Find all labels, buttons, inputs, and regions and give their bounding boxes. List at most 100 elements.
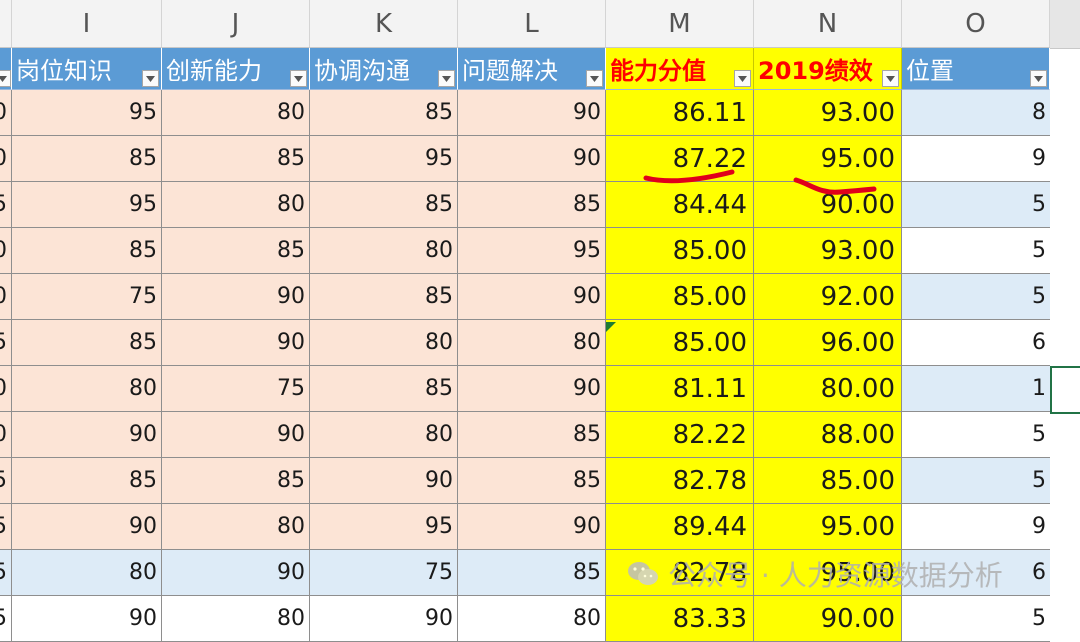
cell-i-row-6[interactable]: 85: [12, 320, 162, 366]
cell-n-row-7[interactable]: 80.00: [754, 366, 902, 412]
cell-k-row-8[interactable]: 80: [310, 412, 458, 458]
cell-o-row-1[interactable]: 8: [902, 90, 1050, 136]
column-header-i[interactable]: I: [12, 0, 162, 48]
cell-j-row-12[interactable]: 80: [162, 596, 310, 642]
cell-h-row-3[interactable]: 5: [0, 182, 12, 228]
cell-o-row-2[interactable]: 9: [902, 136, 1050, 182]
cell-l-row-4[interactable]: 95: [458, 228, 606, 274]
column-header-n[interactable]: N: [754, 0, 902, 48]
cell-n-row-1[interactable]: 93.00: [754, 90, 902, 136]
cell-l-row-9[interactable]: 85: [458, 458, 606, 504]
cell-l-row-10[interactable]: 90: [458, 504, 606, 550]
column-header-m[interactable]: M: [606, 0, 754, 48]
cell-h-row-7[interactable]: 0: [0, 366, 12, 412]
cell-m-row-9[interactable]: 82.78: [606, 458, 754, 504]
cell-h-row-11[interactable]: 5: [0, 550, 12, 596]
filter-button-j[interactable]: [290, 70, 307, 87]
column-header-j[interactable]: J: [162, 0, 310, 48]
cell-j-row-8[interactable]: 90: [162, 412, 310, 458]
cell-o-row-8[interactable]: 5: [902, 412, 1050, 458]
cell-o-row-3[interactable]: 5: [902, 182, 1050, 228]
cell-h-row-5[interactable]: 0: [0, 274, 12, 320]
cell-l-row-6[interactable]: 80: [458, 320, 606, 366]
cell-k-row-11[interactable]: 75: [310, 550, 458, 596]
cell-j-row-3[interactable]: 80: [162, 182, 310, 228]
cell-i-row-11[interactable]: 80: [12, 550, 162, 596]
cell-n-row-8[interactable]: 88.00: [754, 412, 902, 458]
cell-h-row-10[interactable]: 5: [0, 504, 12, 550]
cell-j-row-9[interactable]: 85: [162, 458, 310, 504]
filter-button-m[interactable]: [734, 70, 751, 87]
cell-m-row-1[interactable]: 86.11: [606, 90, 754, 136]
cell-j-row-10[interactable]: 80: [162, 504, 310, 550]
cell-j-row-1[interactable]: 80: [162, 90, 310, 136]
filter-button-o[interactable]: [1030, 70, 1047, 87]
cell-l-row-8[interactable]: 85: [458, 412, 606, 458]
cell-l-row-3[interactable]: 85: [458, 182, 606, 228]
cell-n-row-5[interactable]: 92.00: [754, 274, 902, 320]
cell-k-row-5[interactable]: 85: [310, 274, 458, 320]
cell-l-row-1[interactable]: 90: [458, 90, 606, 136]
cell-n-row-6[interactable]: 96.00: [754, 320, 902, 366]
cell-n-row-10[interactable]: 95.00: [754, 504, 902, 550]
cell-o-row-6[interactable]: 6: [902, 320, 1050, 366]
cell-k-row-6[interactable]: 80: [310, 320, 458, 366]
cell-m-row-10[interactable]: 89.44: [606, 504, 754, 550]
cell-o-row-7[interactable]: 1: [902, 366, 1050, 412]
filter-button-n[interactable]: [882, 70, 899, 87]
cell-o-row-4[interactable]: 5: [902, 228, 1050, 274]
cell-m-row-3[interactable]: 84.44: [606, 182, 754, 228]
cell-h-row-12[interactable]: 5: [0, 596, 12, 642]
cell-j-row-6[interactable]: 90: [162, 320, 310, 366]
cell-n-row-3[interactable]: 90.00: [754, 182, 902, 228]
cell-j-row-5[interactable]: 90: [162, 274, 310, 320]
column-header-k[interactable]: K: [310, 0, 458, 48]
cell-m-row-2[interactable]: 87.22: [606, 136, 754, 182]
cell-j-row-2[interactable]: 85: [162, 136, 310, 182]
cell-i-row-8[interactable]: 90: [12, 412, 162, 458]
cell-l-row-5[interactable]: 90: [458, 274, 606, 320]
cell-m-row-8[interactable]: 82.22: [606, 412, 754, 458]
cell-j-row-4[interactable]: 85: [162, 228, 310, 274]
filter-button-k[interactable]: [438, 70, 455, 87]
cell-n-row-9[interactable]: 85.00: [754, 458, 902, 504]
cell-i-row-3[interactable]: 95: [12, 182, 162, 228]
cell-m-row-5[interactable]: 85.00: [606, 274, 754, 320]
cell-h-row-1[interactable]: 0: [0, 90, 12, 136]
cell-n-row-4[interactable]: 93.00: [754, 228, 902, 274]
cell-j-row-7[interactable]: 75: [162, 366, 310, 412]
cell-o-row-10[interactable]: 9: [902, 504, 1050, 550]
cell-m-row-12[interactable]: 83.33: [606, 596, 754, 642]
cell-n-row-12[interactable]: 90.00: [754, 596, 902, 642]
cell-l-row-2[interactable]: 90: [458, 136, 606, 182]
cell-m-row-4[interactable]: 85.00: [606, 228, 754, 274]
column-header-o[interactable]: O: [902, 0, 1050, 48]
cell-k-row-9[interactable]: 90: [310, 458, 458, 504]
cell-k-row-1[interactable]: 85: [310, 90, 458, 136]
cell-m-row-7[interactable]: 81.11: [606, 366, 754, 412]
cell-o-row-5[interactable]: 5: [902, 274, 1050, 320]
cell-o-row-9[interactable]: 5: [902, 458, 1050, 504]
column-header-l[interactable]: L: [458, 0, 606, 48]
cell-l-row-12[interactable]: 80: [458, 596, 606, 642]
cell-i-row-10[interactable]: 90: [12, 504, 162, 550]
cell-i-row-9[interactable]: 85: [12, 458, 162, 504]
cell-j-row-11[interactable]: 90: [162, 550, 310, 596]
cell-k-row-12[interactable]: 90: [310, 596, 458, 642]
cell-h-row-8[interactable]: 0: [0, 412, 12, 458]
cell-k-row-2[interactable]: 95: [310, 136, 458, 182]
cell-h-row-2[interactable]: 0: [0, 136, 12, 182]
cell-i-row-4[interactable]: 85: [12, 228, 162, 274]
cell-n-row-2[interactable]: 95.00: [754, 136, 902, 182]
cell-i-row-5[interactable]: 75: [12, 274, 162, 320]
cell-m-row-6[interactable]: 85.00: [606, 320, 754, 366]
cell-k-row-3[interactable]: 85: [310, 182, 458, 228]
cell-h-row-6[interactable]: 5: [0, 320, 12, 366]
cell-h-row-9[interactable]: 5: [0, 458, 12, 504]
cell-l-row-11[interactable]: 85: [458, 550, 606, 596]
cell-k-row-4[interactable]: 80: [310, 228, 458, 274]
filter-button-i[interactable]: [142, 70, 159, 87]
cell-k-row-10[interactable]: 95: [310, 504, 458, 550]
cell-i-row-7[interactable]: 80: [12, 366, 162, 412]
column-header-h[interactable]: [0, 0, 12, 48]
